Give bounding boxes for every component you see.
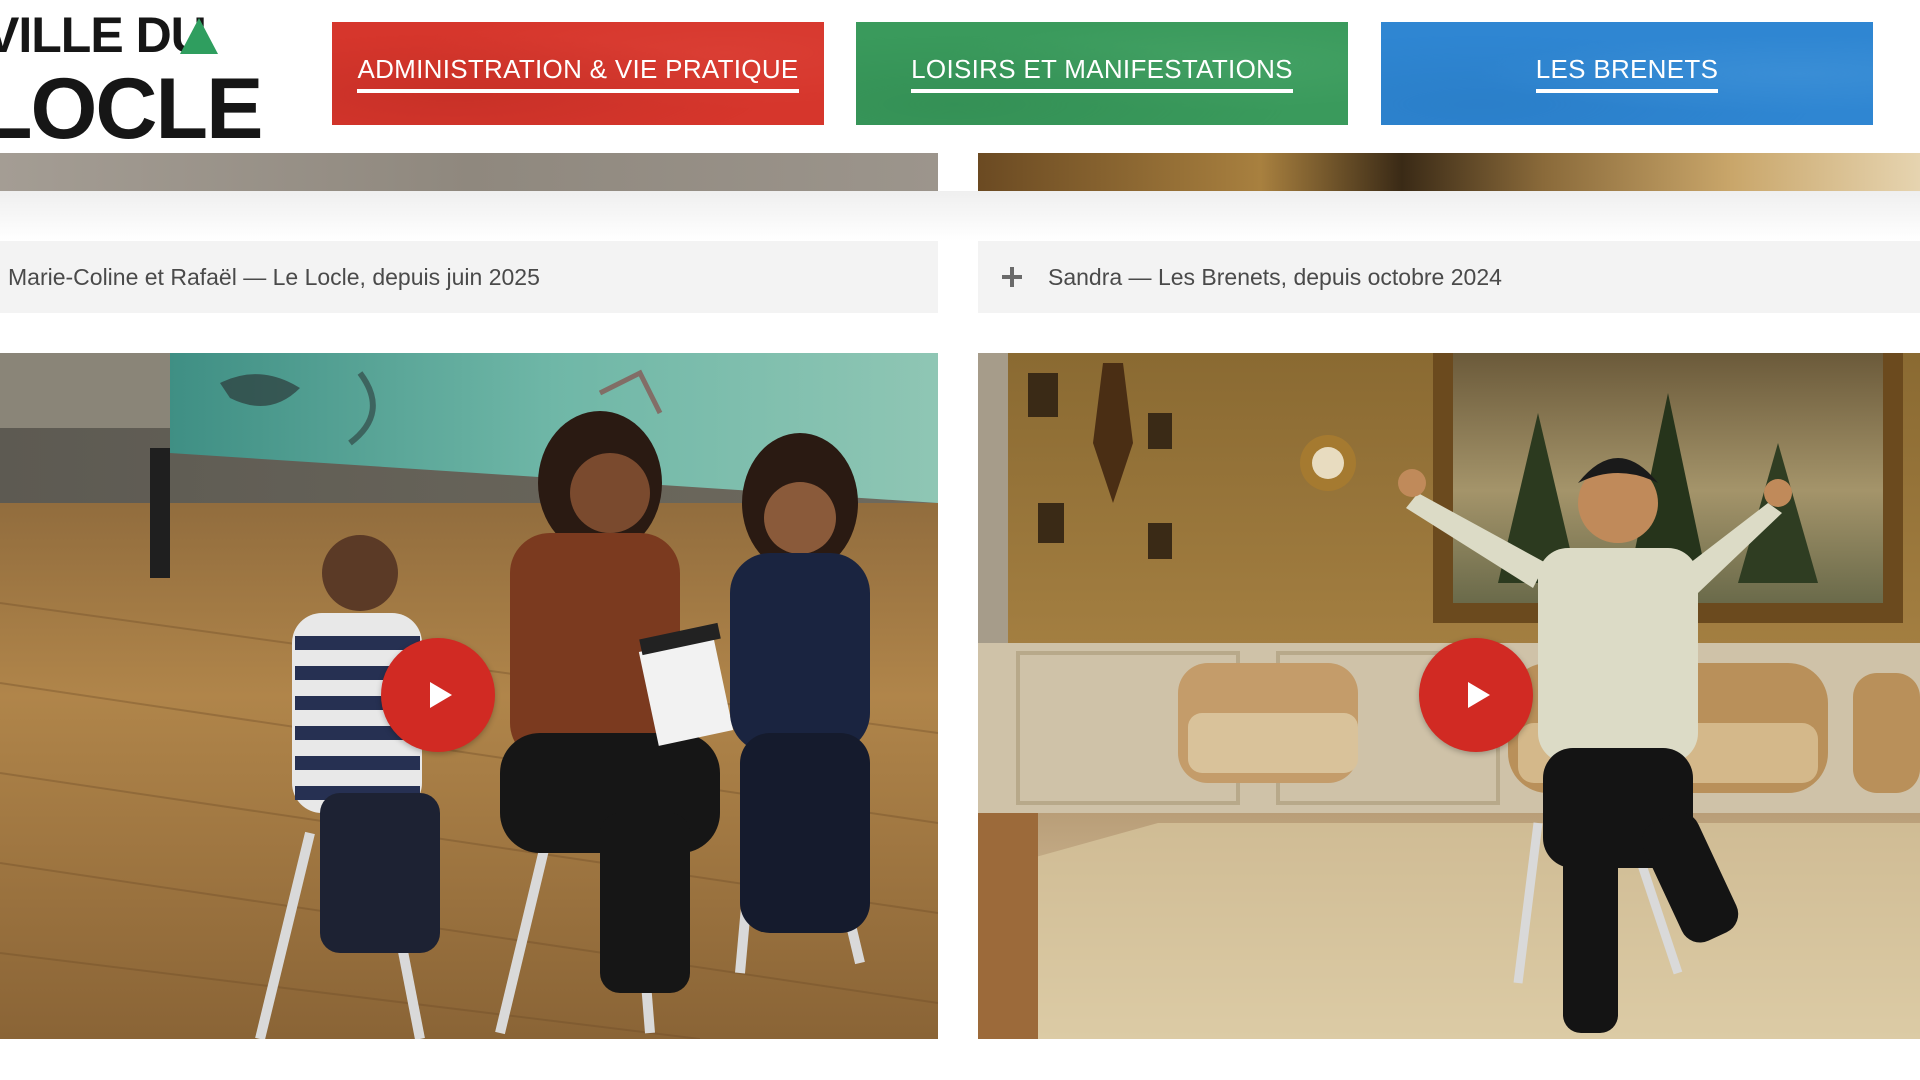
site-header: VILLE DU LOCLE ADMINISTRATION & VIE PRAT… bbox=[0, 0, 1920, 153]
nav-administration-label: ADMINISTRATION & VIE PRATIQUE bbox=[357, 54, 799, 93]
play-icon bbox=[1468, 682, 1490, 708]
logo-triangle-icon bbox=[180, 18, 218, 54]
video-thumbnail-marie-coline[interactable] bbox=[0, 353, 938, 1039]
previous-image-right bbox=[978, 153, 1920, 191]
logo-line-1: VILLE DU bbox=[0, 7, 207, 63]
section-separator bbox=[0, 191, 1920, 241]
play-button[interactable] bbox=[1419, 638, 1533, 752]
site-logo[interactable]: VILLE DU LOCLE bbox=[0, 7, 263, 152]
nav-brenets-button[interactable]: LES BRENETS bbox=[1381, 22, 1873, 125]
accordion-title: Sandra — Les Brenets, depuis octobre 202… bbox=[1048, 263, 1502, 290]
nav-loisirs-label: LOISIRS ET MANIFESTATIONS bbox=[911, 54, 1293, 93]
accordion-title: Marie-Coline et Rafaël — Le Locle, depui… bbox=[8, 263, 540, 290]
previous-image-left bbox=[0, 153, 938, 191]
testimonial-accordion-marie-coline[interactable]: Marie-Coline et Rafaël — Le Locle, depui… bbox=[0, 241, 938, 313]
play-icon bbox=[430, 682, 452, 708]
nav-loisirs-button[interactable]: LOISIRS ET MANIFESTATIONS bbox=[856, 22, 1348, 125]
video-thumbnail-sandra[interactable] bbox=[978, 353, 1920, 1039]
logo-line-2: LOCLE bbox=[0, 61, 263, 157]
testimonial-accordion-sandra[interactable]: Sandra — Les Brenets, depuis octobre 202… bbox=[978, 241, 1920, 313]
plus-icon[interactable] bbox=[1002, 267, 1022, 287]
nav-brenets-label: LES BRENETS bbox=[1535, 54, 1719, 93]
nav-administration-button[interactable]: ADMINISTRATION & VIE PRATIQUE bbox=[332, 22, 824, 125]
play-button[interactable] bbox=[381, 638, 495, 752]
